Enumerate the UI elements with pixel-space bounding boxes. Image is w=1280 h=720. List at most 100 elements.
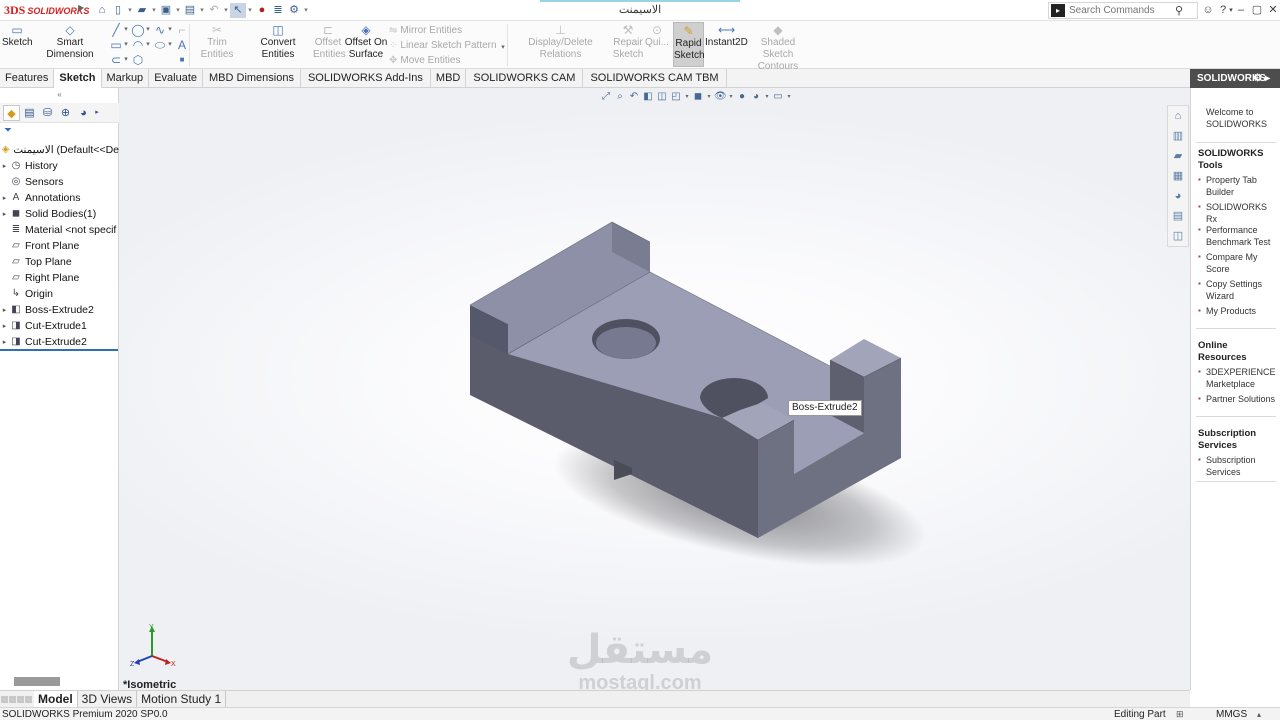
tab-markup[interactable]: Markup: [102, 69, 150, 88]
smart-dimension-button[interactable]: ◇ Smart Dimension: [34, 24, 106, 61]
display-delete-relations-button[interactable]: ⊥ Display/Delete Relations: [509, 24, 612, 61]
minimize-button[interactable]: –: [1234, 2, 1248, 19]
section-view-icon[interactable]: ◧: [642, 91, 654, 102]
slot-tool-icon[interactable]: ⊂: [109, 53, 123, 67]
graphics-viewport[interactable]: [119, 88, 1190, 690]
pattern-dropdown-icon[interactable]: ▾: [500, 41, 506, 55]
zoom-to-area-icon[interactable]: ⌕: [614, 91, 626, 102]
task-pane-link[interactable]: ▪ Property Tab Builder: [1198, 174, 1280, 198]
task-pane-link[interactable]: ▪ Performance Benchmark Test: [1198, 224, 1280, 248]
more-tabs-arrow-icon[interactable]: ▸: [93, 105, 101, 121]
expand-arrow-icon[interactable]: ▸: [0, 322, 9, 330]
spline-tool-icon[interactable]: ∿: [153, 23, 167, 37]
open-dropdown-icon[interactable]: ▾: [150, 3, 158, 18]
task-pane-section-title[interactable]: Online Resources: [1198, 340, 1276, 364]
expand-arrow-icon[interactable]: ▸: [0, 194, 9, 202]
tab-mbd[interactable]: MBD: [431, 69, 467, 88]
welcome-to-solidworks-link[interactable]: Welcome to SOLIDWORKS: [1198, 106, 1280, 130]
tab-evaluate[interactable]: Evaluate: [149, 69, 203, 88]
tree-item[interactable]: ↳ Origin: [0, 286, 119, 302]
new-dropdown-icon[interactable]: ▾: [126, 3, 134, 18]
tree-item[interactable]: ≣ Material <not specif: [0, 222, 119, 238]
new-document-icon[interactable]: ▯: [110, 3, 126, 18]
line-tool-icon[interactable]: ╱: [109, 23, 123, 37]
tab-sketch[interactable]: Sketch: [54, 69, 102, 88]
repair-sketch-button[interactable]: ⚒ Repair Sketch: [612, 24, 644, 61]
solidworks-resources-home-icon[interactable]: ⌂: [1168, 106, 1188, 126]
home-icon[interactable]: ⌂: [94, 3, 110, 18]
hide-show-dropdown-icon[interactable]: ▾: [728, 93, 734, 100]
rapid-sketch-button[interactable]: ✎ Rapid Sketch: [673, 22, 705, 67]
expand-arrow-icon[interactable]: ▸: [0, 306, 9, 314]
tree-item[interactable]: ▱ Front Plane: [0, 238, 119, 254]
options-gear-icon[interactable]: ⚙: [286, 3, 302, 18]
line-dropdown-icon[interactable]: ▾: [123, 23, 129, 37]
undo-icon[interactable]: ↶: [206, 3, 222, 18]
unit-system-label[interactable]: MMGS: [1216, 708, 1247, 720]
task-pane-link[interactable]: ▪ Partner Solutions: [1198, 393, 1280, 405]
instant2d-button[interactable]: ⟷ Instant2D: [705, 24, 748, 49]
tree-item[interactable]: ▸ ◷ History: [0, 158, 119, 174]
view-orientation-dropdown-icon[interactable]: ▾: [684, 93, 690, 100]
task-pane-link[interactable]: ▪ SOLIDWORKS Rx: [1198, 201, 1280, 225]
part-model[interactable]: [119, 88, 1190, 690]
tree-item[interactable]: ▸ ◼ Solid Bodies(1): [0, 206, 119, 222]
view-settings-icon[interactable]: ▭: [772, 91, 784, 102]
tree-item[interactable]: ▱ Top Plane: [0, 254, 119, 270]
circle-tool-icon[interactable]: ◯: [131, 23, 145, 37]
dimxpert-tab-icon[interactable]: ⊕: [57, 105, 74, 121]
open-folder-icon[interactable]: ▰: [134, 3, 150, 18]
task-pane-link[interactable]: ▪ My Products: [1198, 305, 1280, 317]
linear-sketch-pattern-button[interactable]: ⁘ Linear Sketch Pattern: [389, 40, 497, 51]
expand-arrow-icon[interactable]: ▸: [0, 162, 9, 170]
print-dropdown-icon[interactable]: ▾: [198, 3, 206, 18]
arc-dropdown-icon[interactable]: ▾: [145, 38, 151, 52]
tab-navigation-arrows[interactable]: [0, 695, 34, 703]
view-palette-icon[interactable]: ▦: [1168, 166, 1188, 186]
save-icon[interactable]: ▣: [158, 3, 174, 18]
tab-solidworks-cam-tbm[interactable]: SOLIDWORKS CAM TBM: [583, 69, 727, 88]
undo-dropdown-icon[interactable]: ▾: [222, 3, 230, 18]
rectangle-dropdown-icon[interactable]: ▾: [123, 38, 129, 52]
task-pane-section-title[interactable]: Subscription Services: [1198, 428, 1276, 452]
text-tool-icon[interactable]: A: [175, 38, 189, 52]
scene-dropdown-icon[interactable]: ▾: [764, 93, 770, 100]
close-button[interactable]: ✕: [1266, 2, 1280, 19]
tree-item[interactable]: ▸ ◨ Cut-Extrude1: [0, 318, 119, 334]
expand-arrow-icon[interactable]: ▸: [0, 210, 9, 218]
display-style-dropdown-icon[interactable]: ▾: [706, 93, 712, 100]
property-manager-tab-icon[interactable]: ▤: [21, 105, 38, 121]
task-pane-link[interactable]: ▪ 3DEXPERIENCE Marketplace: [1198, 366, 1280, 390]
arc-tool-icon[interactable]: ◠: [131, 38, 145, 52]
filter-icon[interactable]: ⏷: [4, 125, 18, 138]
file-properties-icon[interactable]: ≣: [270, 3, 286, 18]
rectangle-tool-icon[interactable]: ▭: [109, 38, 123, 52]
shaded-sketch-contours-button[interactable]: ◆ Shaded Sketch Contours: [746, 24, 810, 73]
tab-solidworks-add-ins[interactable]: SOLIDWORKS Add-Ins: [301, 69, 431, 88]
tab-3d-views[interactable]: 3D Views: [78, 691, 138, 707]
file-explorer-icon[interactable]: ▰: [1168, 146, 1188, 166]
appearances-scenes-icon[interactable]: ◕: [1168, 186, 1188, 206]
task-pane-pin-icon[interactable]: ▸: [1265, 69, 1270, 88]
circle-dropdown-icon[interactable]: ▾: [145, 23, 151, 37]
feature-tree-tab-icon[interactable]: ◆: [3, 104, 20, 121]
view-settings-dropdown-icon[interactable]: ▾: [786, 93, 792, 100]
rebuild-icon[interactable]: ●: [254, 3, 270, 18]
dynamic-annotation-icon[interactable]: ◫: [656, 91, 668, 102]
sketch-button[interactable]: ▭ Sketch: [2, 24, 33, 49]
print-icon[interactable]: ▤: [182, 3, 198, 18]
offset-on-surface-button[interactable]: ◈ Offset On Surface: [344, 24, 388, 61]
display-manager-tab-icon[interactable]: ◕: [75, 105, 92, 121]
edit-appearance-icon[interactable]: ●: [736, 91, 748, 102]
select-dropdown-icon[interactable]: ▾: [246, 3, 254, 18]
hide-show-items-icon[interactable]: 👁: [714, 91, 727, 102]
search-icon[interactable]: ⚲: [1175, 4, 1183, 17]
rebuild-status-icon[interactable]: ⊞: [1176, 708, 1184, 720]
task-pane-section-title[interactable]: SOLIDWORKS Tools: [1198, 148, 1276, 172]
expand-arrow-icon[interactable]: ▸: [0, 338, 9, 346]
search-input[interactable]: [1069, 5, 1169, 16]
tab-model[interactable]: Model: [34, 691, 78, 707]
custom-properties-icon[interactable]: ▤: [1168, 206, 1188, 226]
rollback-bar[interactable]: [0, 349, 118, 351]
task-pane-link[interactable]: ▪ Subscription Services: [1198, 454, 1280, 478]
